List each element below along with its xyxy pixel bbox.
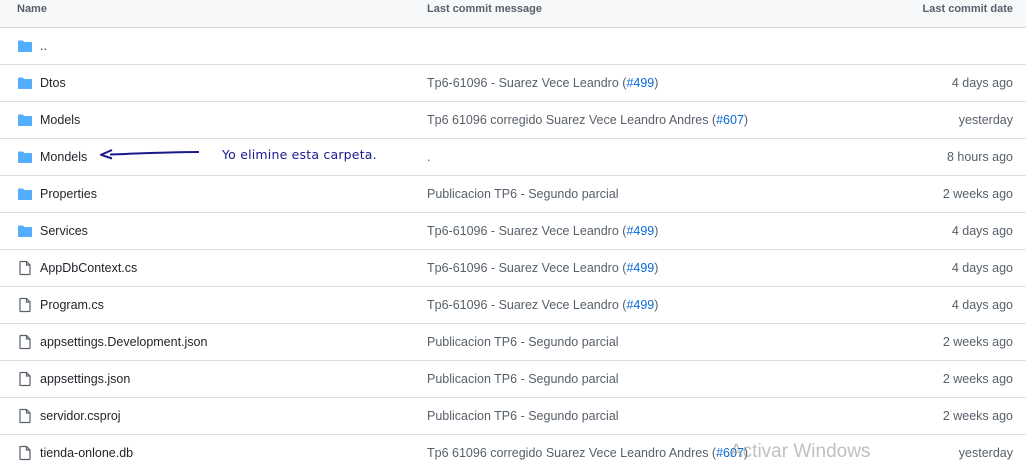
pull-request-link[interactable]: #607 (716, 113, 744, 127)
table-row[interactable]: appsettings.Development.json Publicacion … (0, 324, 1026, 361)
folder-icon (17, 149, 33, 165)
annotation-note: Yo elimine esta carpeta. (222, 147, 377, 162)
commit-message[interactable]: Tp6-61096 - Suarez Vece Leandro (#499) (427, 65, 658, 101)
pull-request-link[interactable]: #499 (626, 298, 654, 312)
folder-link[interactable]: Dtos (40, 76, 66, 90)
table-row[interactable]: AppDbContext.cs Tp6-61096 - Suarez Vece L… (0, 250, 1026, 287)
commit-message[interactable]: Publicacion TP6 - Segundo parcial (427, 176, 619, 212)
pull-request-link[interactable]: #499 (626, 76, 654, 90)
table-row[interactable]: Services Tp6-61096 - Suarez Vece Leandro … (0, 213, 1026, 250)
table-header: Name Last commit message Last commit dat… (0, 0, 1026, 28)
folder-link[interactable]: Mondels (40, 150, 87, 164)
commit-message[interactable]: Tp6 61096 corregido Suarez Vece Leandro … (427, 102, 748, 138)
commit-message-end: ) (743, 113, 749, 127)
commit-date: 2 weeks ago (942, 409, 1013, 423)
commit-message-end: ) (654, 76, 659, 90)
table-row[interactable]: Properties Publicacion TP6 - Segundo parc… (0, 176, 1026, 213)
column-header-message: Last commit message (427, 3, 542, 15)
file-icon (17, 334, 33, 350)
commit-date: 4 days ago (951, 261, 1013, 275)
folder-link[interactable]: Services (40, 224, 88, 238)
table-row[interactable]: Dtos Tp6-61096 - Suarez Vece Leandro (#49… (0, 65, 1026, 102)
commit-message-text[interactable]: . (427, 150, 430, 164)
file-link[interactable]: appsettings.Development.json (40, 335, 207, 349)
arrow-icon (100, 149, 200, 160)
file-table: Name Last commit message Last commit dat… (0, 0, 1026, 471)
folder-link[interactable]: Models (40, 113, 80, 127)
commit-message-text[interactable]: Tp6 61096 corregido Suarez Vece Leandro … (427, 113, 716, 127)
file-icon (17, 408, 33, 424)
file-icon (17, 445, 33, 461)
commit-date: 4 days ago (951, 76, 1013, 90)
commit-message-text[interactable]: Tp6-61096 - Suarez Vece Leandro ( (427, 261, 626, 275)
windows-activation-watermark: Activar Windows (730, 441, 871, 462)
folder-icon (17, 75, 33, 91)
commit-message-text[interactable]: Publicacion TP6 - Segundo parcial (427, 187, 619, 201)
table-row[interactable]: Program.cs Tp6-61096 - Suarez Vece Leandr… (0, 287, 1026, 324)
commit-message[interactable]: Publicacion TP6 - Segundo parcial (427, 398, 619, 434)
commit-message-end: ) (654, 224, 659, 238)
commit-message[interactable]: Tp6-61096 - Suarez Vece Leandro (#499) (427, 287, 658, 323)
table-row[interactable]: appsettings.json Publicacion TP6 - Segund… (0, 361, 1026, 398)
folder-icon (17, 186, 33, 202)
file-link[interactable]: AppDbContext.cs (40, 261, 137, 275)
commit-message-end: ) (654, 261, 659, 275)
commit-message-text[interactable]: Publicacion TP6 - Segundo parcial (427, 372, 619, 386)
file-link[interactable]: Program.cs (40, 298, 104, 312)
folder-icon (17, 38, 33, 54)
table-row[interactable]: servidor.csproj Publicacion TP6 - Segundo… (0, 398, 1026, 435)
commit-date: 4 days ago (951, 298, 1013, 312)
commit-date: 2 weeks ago (942, 187, 1013, 201)
commit-message-text[interactable]: Publicacion TP6 - Segundo parcial (427, 409, 619, 423)
commit-message[interactable]: . (427, 139, 430, 175)
commit-message-text[interactable]: Tp6-61096 - Suarez Vece Leandro ( (427, 224, 626, 238)
table-row[interactable]: tienda-onlone.db Tp6 61096 corregido Suar… (0, 435, 1026, 471)
commit-date: 4 days ago (951, 224, 1013, 238)
commit-date: yesterday (958, 446, 1013, 460)
commit-message-text[interactable]: Tp6 61096 corregido Suarez Vece Leandro … (427, 446, 716, 460)
commit-message[interactable]: Tp6-61096 - Suarez Vece Leandro (#499) (427, 250, 658, 286)
file-icon (17, 260, 33, 276)
commit-date: 2 weeks ago (942, 372, 1013, 386)
commit-message[interactable]: Publicacion TP6 - Segundo parcial (427, 324, 619, 360)
file-icon (17, 371, 33, 387)
file-icon (17, 297, 33, 313)
file-link[interactable]: appsettings.json (40, 372, 130, 386)
commit-date: 8 hours ago (946, 150, 1013, 164)
column-header-date: Last commit date (922, 3, 1013, 15)
file-link[interactable]: tienda-onlone.db (40, 446, 133, 460)
commit-date: yesterday (958, 113, 1013, 127)
commit-message[interactable]: Tp6-61096 - Suarez Vece Leandro (#499) (427, 213, 658, 249)
parent-directory-row[interactable]: .. (0, 28, 1026, 65)
folder-icon (17, 223, 33, 239)
column-header-name: Name (17, 3, 47, 15)
commit-message[interactable]: Publicacion TP6 - Segundo parcial (427, 361, 619, 397)
pull-request-link[interactable]: #499 (626, 224, 654, 238)
folder-link[interactable]: Properties (40, 187, 97, 201)
table-row[interactable]: Models Tp6 61096 corregido Suarez Vece Le… (0, 102, 1026, 139)
commit-message-text[interactable]: Publicacion TP6 - Segundo parcial (427, 335, 619, 349)
parent-directory-link[interactable]: .. (40, 39, 47, 53)
commit-message-text[interactable]: Tp6-61096 - Suarez Vece Leandro ( (427, 76, 626, 90)
file-link[interactable]: servidor.csproj (40, 409, 121, 423)
commit-message-text[interactable]: Tp6-61096 - Suarez Vece Leandro ( (427, 298, 626, 312)
pull-request-link[interactable]: #499 (626, 261, 654, 275)
commit-message[interactable]: Tp6 61096 corregido Suarez Vece Leandro … (427, 435, 748, 471)
commit-date: 2 weeks ago (942, 335, 1013, 349)
folder-icon (17, 112, 33, 128)
commit-message-end: ) (654, 298, 659, 312)
